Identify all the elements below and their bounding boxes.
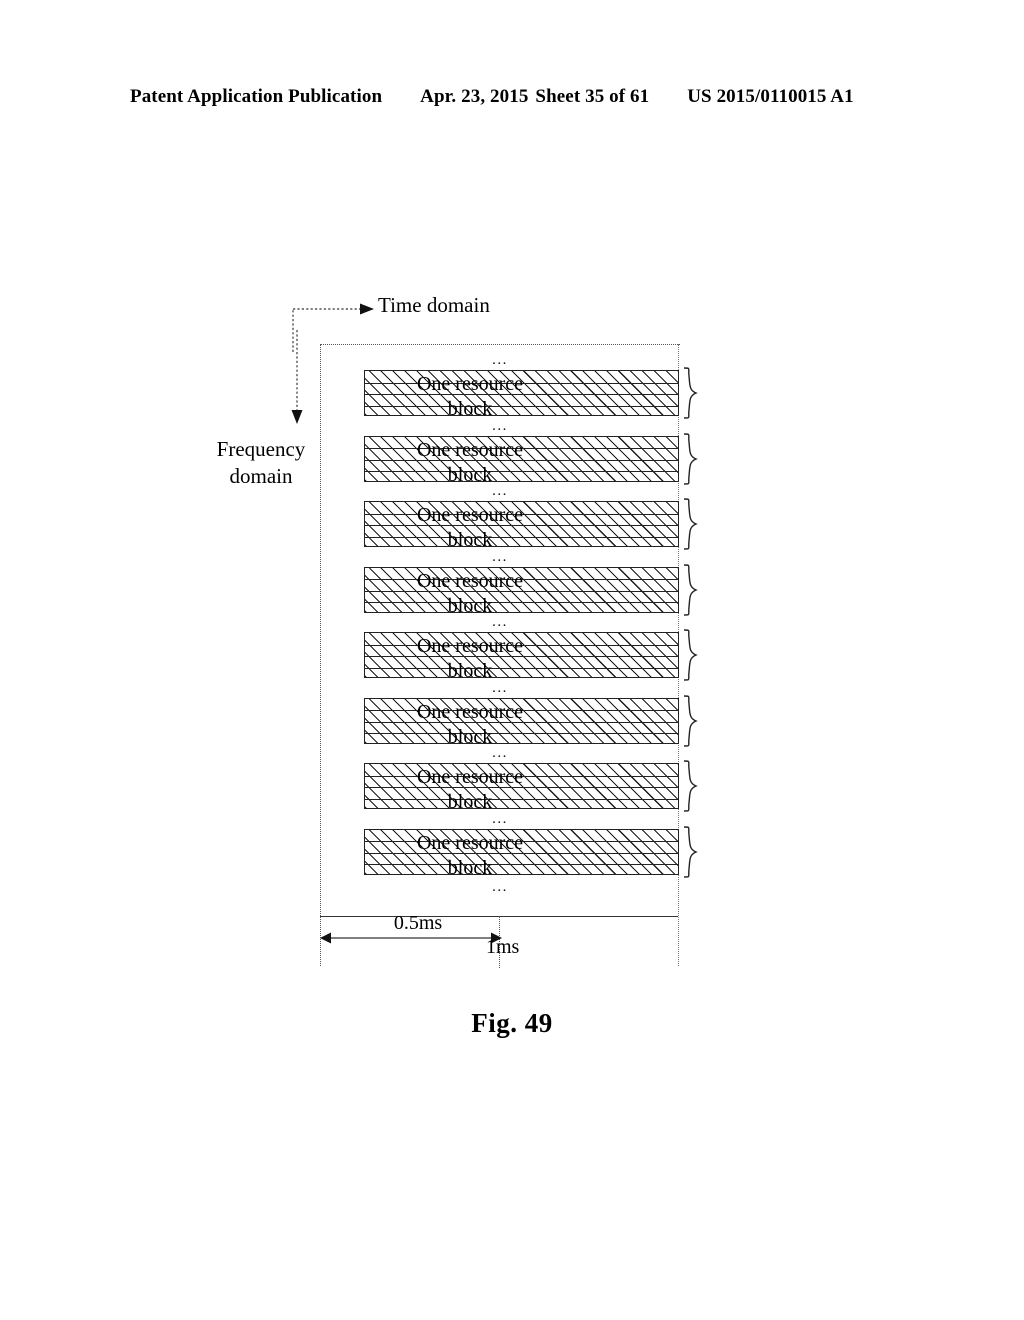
resource-block-label: One resource block <box>390 765 550 815</box>
time-domain-label: Time domain <box>378 293 490 317</box>
frame-left-border <box>320 344 321 966</box>
frequency-domain-label: Frequency domain <box>200 436 322 490</box>
resource-block-ellipsis: ... <box>492 614 508 630</box>
frequency-domain-arrow-icon <box>291 330 303 424</box>
resource-block-label-line1: One resource <box>416 438 524 461</box>
resource-block-label: One resource block <box>390 438 550 488</box>
resource-block-label-line1: One resource <box>416 373 524 395</box>
figure-caption: Fig. 49 <box>471 1008 553 1038</box>
resource-block-label-line2: block <box>447 594 493 617</box>
resource-block-ellipsis: ... <box>492 810 508 827</box>
resource-block-label-line1: One resource <box>416 569 524 592</box>
resource-block-ellipsis: ... <box>492 878 508 895</box>
patent-figure-49: Time domain Frequency domain ...........… <box>0 0 1024 1320</box>
frequency-domain-label-line1: Frequency <box>216 437 306 461</box>
resource-block-ellipsis: ... <box>492 417 508 434</box>
resource-block-brace-icon <box>683 629 698 681</box>
resource-block-label-line1: One resource <box>416 766 524 788</box>
resource-block-brace-icon <box>683 694 698 747</box>
resource-block-brace-icon <box>683 825 698 878</box>
resource-block-label-line2: block <box>447 660 493 682</box>
resource-block-brace-icon <box>683 563 698 616</box>
resource-block-label-line2: block <box>447 398 493 420</box>
frame-top-border <box>320 344 680 345</box>
resource-block-brace-icon <box>683 498 698 550</box>
resource-block-label-line2: block <box>447 856 493 879</box>
resource-block-label: One resource block <box>390 700 550 750</box>
resource-block-ellipsis: ... <box>492 679 508 696</box>
resource-block-label-line1: One resource <box>416 635 524 657</box>
resource-block-label: One resource block <box>390 503 550 553</box>
resource-block-ellipsis: ... <box>492 483 508 499</box>
resource-block-brace-icon <box>683 432 698 485</box>
resource-block-label-line2: block <box>447 725 493 748</box>
resource-block-label-line1: One resource <box>416 700 524 723</box>
resource-block-brace-icon <box>683 760 698 812</box>
resource-block-label-line1: One resource <box>416 504 524 526</box>
resource-block-label-line2: block <box>447 529 493 551</box>
resource-block-label: One resource block <box>390 569 550 619</box>
resource-block-label: One resource block <box>390 831 550 881</box>
resource-block-ellipsis: ... <box>492 548 508 565</box>
frequency-domain-label-line2: domain <box>229 464 293 488</box>
resource-block-ellipsis: ... <box>492 745 508 761</box>
resource-block-label: One resource block <box>390 634 550 684</box>
resource-block-brace-icon <box>683 367 698 419</box>
resource-block-label: One resource block <box>390 372 550 422</box>
half-slot-duration-label: 0.5ms <box>393 912 443 934</box>
resource-block-label-line2: block <box>447 463 493 486</box>
subframe-duration-label: 1ms <box>486 936 520 958</box>
resource-block-label-line2: block <box>447 791 493 813</box>
resource-block-ellipsis: ... <box>492 352 508 368</box>
resource-block-label-line1: One resource <box>416 831 524 854</box>
